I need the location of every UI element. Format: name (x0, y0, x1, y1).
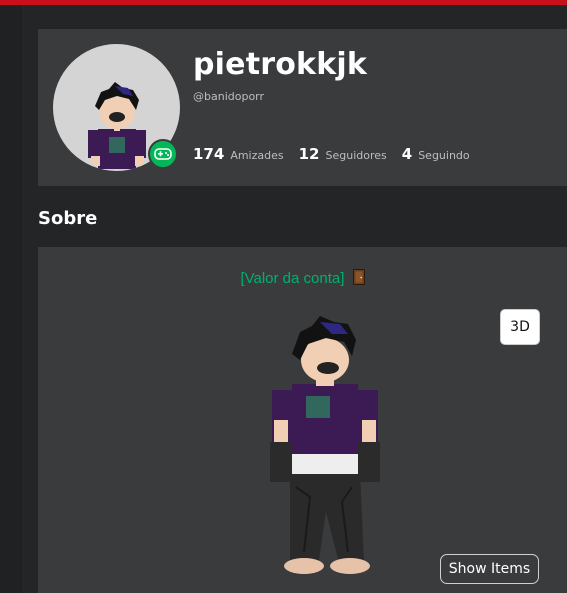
friends-label[interactable]: Amizades (230, 149, 283, 162)
following-label[interactable]: Seguindo (418, 149, 469, 162)
profile-header-card: pietrokkjk @banidoporr 174 Amizades 12 S… (38, 29, 567, 186)
about-panel: [Valor da conta] 3D Show Items (38, 247, 567, 593)
gamepad-icon (154, 148, 172, 160)
following-count[interactable]: 4 (402, 145, 412, 163)
show-items-button[interactable]: Show Items (440, 554, 539, 584)
account-value-text: [Valor da conta] (240, 270, 345, 287)
top-accent-bar (0, 0, 567, 5)
profile-handle: @banidoporr (193, 90, 265, 103)
door-icon (352, 269, 365, 285)
followers-label[interactable]: Seguidores (325, 149, 386, 162)
avatar-3d-view[interactable] (260, 312, 390, 577)
presence-badge (148, 139, 178, 169)
left-sidebar-rail (0, 5, 22, 593)
friends-count[interactable]: 174 (193, 145, 224, 163)
toggle-3d-button[interactable]: 3D (501, 310, 539, 344)
account-value-line: [Valor da conta] (38, 269, 567, 287)
profile-display-name: pietrokkjk (193, 47, 367, 82)
profile-stats: 174 Amizades 12 Seguidores 4 Seguindo (193, 145, 485, 163)
followers-count[interactable]: 12 (299, 145, 320, 163)
about-section-title: Sobre (38, 208, 98, 229)
